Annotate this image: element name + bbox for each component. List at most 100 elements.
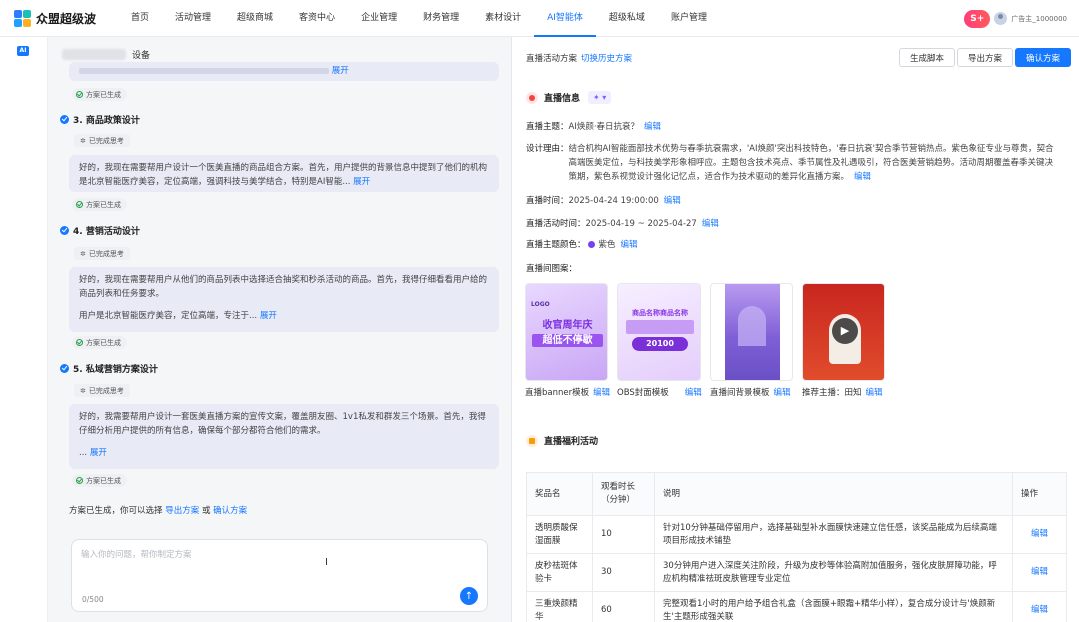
plan-panel: 直播活动方案 切换历史方案 生成脚本 导出方案 确认方案 直播信息 ✦ ▾ 直播主… xyxy=(511,37,1079,622)
ai-sparkle-dropdown[interactable]: ✦ ▾ xyxy=(588,91,612,104)
generate-script-button[interactable]: 生成脚本 xyxy=(899,48,956,67)
left-rail: AI xyxy=(0,37,48,622)
thinking-tag[interactable]: 已完成思考 xyxy=(74,134,130,147)
thinking-tag[interactable]: 已完成思考 xyxy=(74,247,130,260)
edit-color-link[interactable]: 编辑 xyxy=(621,240,638,250)
col-prize: 奖品名 xyxy=(526,472,593,516)
table-row: 透明质酸保湿面膜 10 针对10分钟基础停留用户，选择基础型补水面膜快速建立信任… xyxy=(526,515,1067,554)
thumb-label-obs: OBS封面模板 编辑 xyxy=(617,388,702,398)
obs-cover-thumb[interactable]: 商品名称商品名称 20100 xyxy=(617,283,701,381)
table-header-row: 奖品名 观看时长（分钟） 说明 操作 xyxy=(526,472,1067,516)
top-navbar: 众盟超级波 首页 活动管理 超级商城 客资中心 企业管理 财务管理 素材设计 AI智能体 超级私… xyxy=(0,0,1079,37)
gift-icon xyxy=(526,434,538,447)
nav-item-0[interactable]: 首页 xyxy=(118,0,162,37)
live-background-thumb[interactable] xyxy=(710,283,793,381)
confirm-plan-link[interactable]: 确认方案 xyxy=(213,506,247,516)
expand-link[interactable]: 展开 xyxy=(90,448,107,458)
edit-period-link[interactable]: 编辑 xyxy=(702,219,719,229)
done-tag: 方案已生成 xyxy=(72,336,127,349)
col-watch-time: 观看时长（分钟） xyxy=(592,472,655,516)
panel-breadcrumb: 直播活动方案 切换历史方案 xyxy=(526,54,633,64)
export-plan-link[interactable]: 导出方案 xyxy=(165,506,199,516)
chat-bubble-step3: 好的，我现在需要帮用户设计一个医美直播的商品组合方案。首先，用户提供的背景信息中… xyxy=(69,155,499,192)
thumb-label-background: 直播间背景模板 编辑 xyxy=(710,388,791,398)
expand-link[interactable]: 展开 xyxy=(260,311,277,321)
recommended-host-thumb[interactable]: ▶ xyxy=(802,283,885,381)
chat-panel: 设备 展开 方案已生成 3. 商品政策设计 已完成思考 好的，我现在需要帮用户设… xyxy=(48,37,511,622)
check-icon xyxy=(60,364,69,373)
text-cursor-icon: I xyxy=(325,557,328,568)
table-row: 皮秒祛斑体验卡 30 30分钟用户进入深度关注阶段，升级为皮秒等体验高附加值服务… xyxy=(526,553,1067,592)
nav-item-9[interactable]: 账户管理 xyxy=(658,0,720,37)
live-info-title: 直播信息 ✦ ▾ xyxy=(526,91,612,104)
check-circle-icon xyxy=(76,339,83,346)
user-name[interactable]: 广告主_1000000 xyxy=(1011,14,1067,24)
play-icon[interactable]: ▶ xyxy=(832,318,858,344)
edit-row-link[interactable]: 编辑 xyxy=(1012,591,1067,622)
check-circle-icon xyxy=(76,201,83,208)
welfare-table: 奖品名 观看时长（分钟） 说明 操作 透明质酸保湿面膜 10 针对10分钟基础停… xyxy=(526,472,1067,622)
chat-bubble-previous: 展开 xyxy=(69,62,499,81)
done-tag: 方案已生成 xyxy=(72,474,127,487)
blurred-account-name xyxy=(62,49,126,60)
brand-logo[interactable]: 众盟超级波 xyxy=(14,9,114,27)
export-plan-button[interactable]: 导出方案 xyxy=(957,48,1014,67)
nav-item-5[interactable]: 财务管理 xyxy=(410,0,472,37)
nav-item-8[interactable]: 超级私域 xyxy=(596,0,658,37)
edit-obs-link[interactable]: 编辑 xyxy=(685,388,702,398)
live-record-icon xyxy=(526,91,538,104)
chat-bubble-step4: 好的，我现在需要帮用户从他们的商品列表中选择适合抽奖和秒杀活动的商品。首先，我得… xyxy=(69,267,499,332)
chat-header: 设备 xyxy=(62,48,150,61)
switch-history-link[interactable]: 切换历史方案 xyxy=(581,54,632,64)
step-title-5: 5. 私域营销方案设计 xyxy=(60,362,158,375)
ai-assistant-icon[interactable]: AI xyxy=(17,46,29,56)
expand-link[interactable]: 展开 xyxy=(353,177,370,187)
edit-row-link[interactable]: 编辑 xyxy=(1012,515,1067,554)
membership-badge[interactable]: S+ xyxy=(964,9,991,28)
expand-link[interactable]: 展开 xyxy=(332,66,349,76)
arrow-up-icon: ↑ xyxy=(464,590,474,602)
edit-host-link[interactable]: 编辑 xyxy=(866,388,883,398)
nav-item-3[interactable]: 客资中心 xyxy=(286,0,348,37)
banner-template-thumb[interactable]: LOGO 收官周年庆 超低不停歇 xyxy=(525,283,608,381)
nav-item-2[interactable]: 超级商城 xyxy=(224,0,286,37)
step-title-3: 3. 商品政策设计 xyxy=(60,113,140,126)
welfare-title: 直播福利活动 xyxy=(526,434,598,447)
nav-item-4[interactable]: 企业管理 xyxy=(348,0,410,37)
brand-name: 众盟超级波 xyxy=(36,11,97,26)
thinking-tag[interactable]: 已完成思考 xyxy=(74,384,130,397)
field-images: 直播间图案： xyxy=(526,264,578,274)
field-period: 直播活动时间：2025-04-19 ~ 2025-04-27 编辑 xyxy=(526,219,719,229)
nav-item-1[interactable]: 活动管理 xyxy=(162,0,224,37)
thumb-label-host: 推荐主播：田知 编辑 xyxy=(802,388,883,398)
edit-row-link[interactable]: 编辑 xyxy=(1012,553,1067,592)
clipped-text xyxy=(79,67,329,74)
edit-theme-link[interactable]: 编辑 xyxy=(644,122,661,132)
edit-banner-link[interactable]: 编辑 xyxy=(593,388,610,398)
user-avatar-icon[interactable] xyxy=(994,12,1008,25)
confirm-plan-button[interactable]: 确认方案 xyxy=(1015,48,1072,67)
final-message: 方案已生成，你可以选择 导出方案 或 确认方案 xyxy=(69,506,248,516)
chat-header-text: 设备 xyxy=(132,51,151,61)
done-tag: 方案已生成 xyxy=(72,198,127,211)
edit-background-link[interactable]: 编辑 xyxy=(774,388,791,398)
field-theme: 直播主题：AI焕颜·春日抗衰？ 编辑 xyxy=(526,122,662,132)
main-nav: 首页 活动管理 超级商城 客资中心 企业管理 财务管理 素材设计 AI智能体 超级私域 账户管理 xyxy=(118,0,720,37)
done-tag: 方案已生成 xyxy=(72,88,127,101)
nav-item-6[interactable]: 素材设计 xyxy=(472,0,534,37)
check-circle-icon xyxy=(76,477,83,484)
theme-color-swatch xyxy=(587,241,595,248)
nav-item-7[interactable]: AI智能体 xyxy=(534,0,596,37)
chat-input-box: 0/500 ↑ xyxy=(71,539,488,612)
send-button[interactable]: ↑ xyxy=(460,587,478,605)
edit-time-link[interactable]: 编辑 xyxy=(664,196,681,206)
field-time: 直播时间：2025-04-24 19:00:00 编辑 xyxy=(526,196,681,206)
thumb-label-banner: 直播banner模板 编辑 xyxy=(525,388,611,398)
char-counter: 0/500 xyxy=(82,595,104,604)
field-color: 直播主题颜色： 紫色 编辑 xyxy=(526,240,638,250)
step-title-4: 4. 营销活动设计 xyxy=(60,224,140,237)
chat-input[interactable] xyxy=(81,548,441,578)
edit-reason-link[interactable]: 编辑 xyxy=(854,172,871,182)
col-action: 操作 xyxy=(1012,472,1067,516)
table-row: 三重焕颜精华 60 完整观看1小时的用户给予组合礼盒（含面膜+眼霜+精华小样），… xyxy=(526,591,1067,622)
